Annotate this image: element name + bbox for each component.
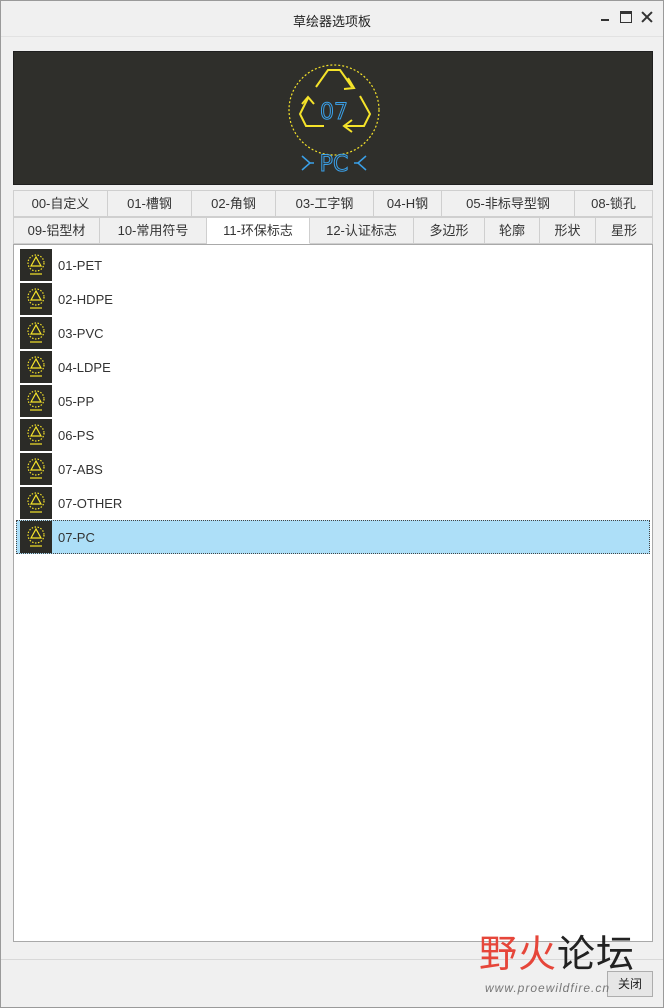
tab-row-2: 09-铝型材 10-常用符号 11-环保标志 12-认证标志 多边形 轮廓 形状… [13,217,653,244]
list-item-label: 07-PC [58,529,95,545]
tab-row-1: 00-自定义 01-槽钢 02-角钢 03-工字钢 04-H钢 05-非标导型钢… [13,190,653,217]
tab-11-eco-labels[interactable]: 11-环保标志 [207,217,310,244]
list-item-label: 03-PVC [58,325,104,341]
recycle-thumbnail-icon [20,419,52,451]
title-bar: 草绘器选项板 [1,1,663,37]
preview-code: PC [320,152,349,177]
maximize-icon[interactable] [620,11,632,23]
tab-02-angle-steel[interactable]: 02-角钢 [192,190,276,217]
recycle-symbol-preview-icon: 07 PC [288,64,380,178]
palette-window: 草绘器选项板 07 PC 00-自定义 01-槽钢 02-角钢 03-工字钢 0… [0,0,664,1008]
tab-04-h-steel[interactable]: 04-H钢 [374,190,442,217]
tab-03-i-beam[interactable]: 03-工字钢 [276,190,374,217]
tab-08-keyhole[interactable]: 08-锁孔 [575,190,653,217]
list-item[interactable]: 01-PET [16,248,650,282]
tab-polygon[interactable]: 多边形 [414,217,485,244]
list-item[interactable]: 03-PVC [16,316,650,350]
recycle-thumbnail-icon [20,317,52,349]
list-item-label: 07-OTHER [58,495,123,511]
symbol-preview: 07 PC [13,51,653,185]
recycle-thumbnail-icon [20,385,52,417]
list-item-label: 06-PS [58,427,95,443]
recycle-thumbnail-icon [20,521,52,553]
list-item[interactable]: 05-PP [16,384,650,418]
tab-05-nonstandard-steel[interactable]: 05-非标导型钢 [442,190,575,217]
window-title: 草绘器选项板 [292,14,371,29]
list-item[interactable]: 06-PS [16,418,650,452]
list-item-label: 04-LDPE [58,359,111,375]
list-item-label: 07-ABS [58,461,103,477]
list-item[interactable]: 04-LDPE [16,350,650,384]
tab-10-common-symbols[interactable]: 10-常用符号 [100,217,207,244]
dialog-footer [1,959,663,1007]
tab-00-custom[interactable]: 00-自定义 [13,190,108,217]
recycle-thumbnail-icon [20,249,52,281]
symbol-list[interactable]: 01-PET 02-HDPE 03-PVC 04-LDPE 05-PP 06-P… [13,244,653,942]
tab-star[interactable]: 星形 [596,217,653,244]
list-item-label: 01-PET [58,257,103,273]
tab-12-certification-labels[interactable]: 12-认证标志 [310,217,414,244]
recycle-thumbnail-icon [20,283,52,315]
list-item[interactable]: 02-HDPE [16,282,650,316]
list-item-selected[interactable]: 07-PC [16,520,650,554]
recycle-thumbnail-icon [20,351,52,383]
close-button[interactable]: 关闭 [607,971,653,997]
preview-number: 07 [320,100,348,125]
list-item-label: 05-PP [58,393,95,409]
tab-contour[interactable]: 轮廓 [485,217,540,244]
list-item[interactable]: 07-ABS [16,452,650,486]
list-item-label: 02-HDPE [58,291,113,307]
close-icon[interactable] [641,11,653,23]
tab-01-channel-steel[interactable]: 01-槽钢 [108,190,192,217]
recycle-thumbnail-icon [20,453,52,485]
minimize-icon[interactable] [599,11,611,23]
list-item[interactable]: 07-OTHER [16,486,650,520]
tab-09-aluminum-profile[interactable]: 09-铝型材 [13,217,100,244]
recycle-thumbnail-icon [20,487,52,519]
tab-shape[interactable]: 形状 [540,217,596,244]
